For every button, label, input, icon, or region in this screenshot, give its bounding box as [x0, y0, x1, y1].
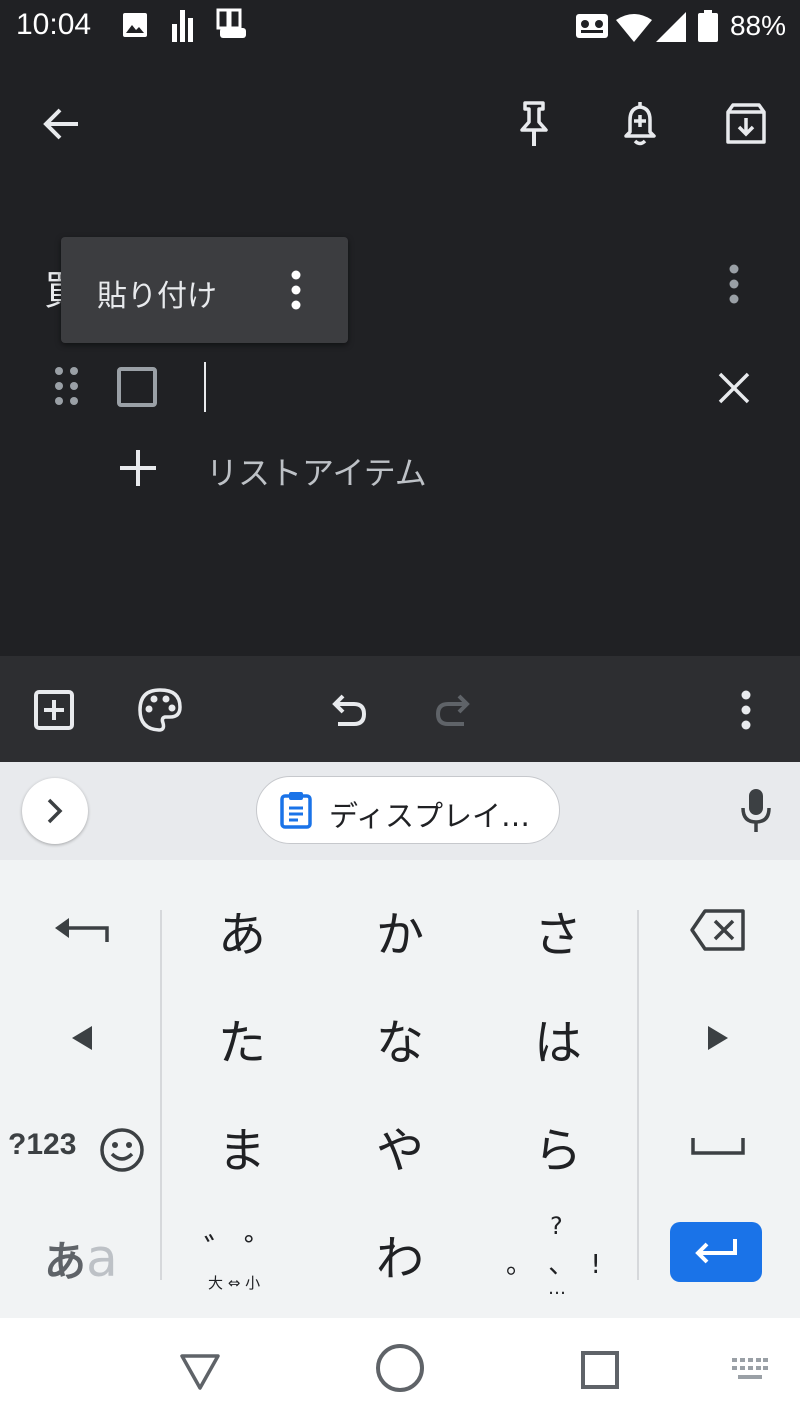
status-bar: 10:04 88% — [0, 0, 800, 56]
emoji-icon[interactable] — [98, 1126, 146, 1174]
cursor-left-key[interactable] — [4, 984, 160, 1092]
key-ka[interactable]: か — [322, 876, 478, 984]
archive-button[interactable] — [718, 96, 774, 152]
redo-icon — [435, 694, 470, 726]
punct-more: … — [548, 1278, 566, 1299]
toolbar-more-button[interactable] — [724, 688, 768, 732]
key-dakuten[interactable]: ゛゜ 大 ⇔ 小 — [164, 1200, 320, 1308]
key-ma[interactable]: ま — [164, 1092, 320, 1200]
key-ra[interactable]: ら — [480, 1092, 636, 1200]
battery-icon — [698, 10, 718, 42]
more-vert-icon — [729, 264, 739, 304]
dakuten-marks: ゛゜ — [204, 1232, 284, 1272]
space-icon — [691, 1138, 745, 1155]
battery-percent: 88% — [729, 10, 786, 41]
keyboard: ディスプレイ… ?123 あa あ か さ た な は ま や ら ゛゜ 大 ⇔… — [0, 762, 800, 1318]
back-button[interactable] — [34, 96, 90, 152]
backspace-icon — [690, 909, 745, 951]
mic-icon — [741, 789, 771, 832]
system-nav-bar — [0, 1318, 800, 1422]
key-sa[interactable]: さ — [480, 876, 636, 984]
mode-latin: a — [86, 1229, 118, 1289]
recents-square-icon[interactable] — [580, 1350, 620, 1390]
checkbox-icon[interactable] — [116, 366, 158, 408]
color-button[interactable] — [134, 684, 186, 736]
keyboard-switch-icon[interactable] — [732, 1358, 768, 1382]
plus-icon[interactable] — [118, 448, 158, 488]
back-arrow-icon — [43, 108, 78, 140]
undo-icon — [332, 694, 367, 726]
backspace-key[interactable] — [640, 876, 796, 984]
wifi-icon — [616, 14, 652, 42]
context-more-button[interactable] — [283, 267, 309, 313]
palette-icon — [138, 688, 182, 732]
punct-question: ? — [550, 1212, 563, 1240]
triangle-left-icon — [72, 1026, 92, 1050]
mode-hiragana: あ — [44, 1237, 87, 1286]
back-triangle-icon[interactable] — [178, 1352, 222, 1392]
key-punctuation[interactable]: ? 。 、 ! … — [480, 1200, 636, 1308]
home-circle-icon[interactable] — [374, 1342, 426, 1394]
expand-toolbar-button[interactable] — [22, 778, 88, 844]
chevron-right-icon — [47, 798, 63, 824]
pin-button[interactable] — [506, 96, 562, 152]
key-divider-left — [160, 910, 162, 1280]
editor-toolbar — [0, 656, 800, 762]
archive-icon — [726, 103, 766, 144]
key-ha[interactable]: は — [480, 984, 636, 1092]
space-key[interactable] — [640, 1092, 796, 1200]
text-cursor — [204, 362, 206, 412]
add-box-icon — [34, 690, 74, 730]
enter-icon — [695, 1239, 737, 1264]
delete-item-button[interactable] — [710, 364, 758, 412]
status-time: 10:04 — [16, 8, 92, 41]
key-ta[interactable]: た — [164, 984, 320, 1092]
add-list-item[interactable]: リストアイテム — [206, 448, 427, 494]
punct-marks: 。 、 ! — [506, 1250, 605, 1280]
triangle-right-icon — [708, 1026, 728, 1050]
undo-button[interactable] — [322, 686, 374, 734]
key-a[interactable]: あ — [164, 876, 320, 984]
key-wa[interactable]: わ — [322, 1200, 478, 1308]
voicemail-icon — [576, 14, 608, 38]
signal-icon — [656, 12, 686, 42]
close-icon — [718, 372, 750, 404]
image-icon — [123, 13, 147, 37]
undo-input-key[interactable] — [4, 876, 160, 984]
drag-handle-icon[interactable] — [54, 366, 80, 406]
redo-button[interactable] — [428, 686, 480, 734]
input-mode-key[interactable]: あa — [44, 1228, 118, 1289]
reminder-button[interactable] — [612, 96, 668, 152]
add-content-button[interactable] — [28, 684, 80, 736]
more-vert-icon — [291, 270, 301, 310]
more-vert-icon — [741, 690, 751, 730]
key-na[interactable]: な — [322, 984, 478, 1092]
clipboard-icon — [280, 792, 312, 829]
dakuten-sub: 大 ⇔ 小 — [208, 1274, 261, 1292]
paste-context-menu: 貼り付け — [61, 237, 348, 343]
paste-option[interactable]: 貼り付け — [97, 271, 217, 315]
chart-icon — [172, 10, 193, 42]
clipboard-suggestion-chip[interactable]: ディスプレイ… — [256, 776, 560, 844]
clipboard-suggestion-text: ディスプレイ… — [329, 799, 530, 833]
cursor-right-key[interactable] — [640, 984, 796, 1092]
symbols-key[interactable]: ?123 — [8, 1128, 76, 1162]
note-more-button[interactable] — [712, 262, 756, 306]
key-ya[interactable]: や — [322, 1092, 478, 1200]
voice-input-button[interactable] — [734, 784, 778, 838]
key-divider-right — [637, 910, 639, 1280]
undo-arrow-icon — [55, 918, 109, 942]
cleaning-icon — [216, 8, 246, 38]
suggestion-strip: ディスプレイ… — [0, 762, 800, 860]
enter-key[interactable] — [670, 1222, 762, 1282]
pin-icon — [520, 101, 548, 146]
add-reminder-icon — [624, 102, 656, 146]
